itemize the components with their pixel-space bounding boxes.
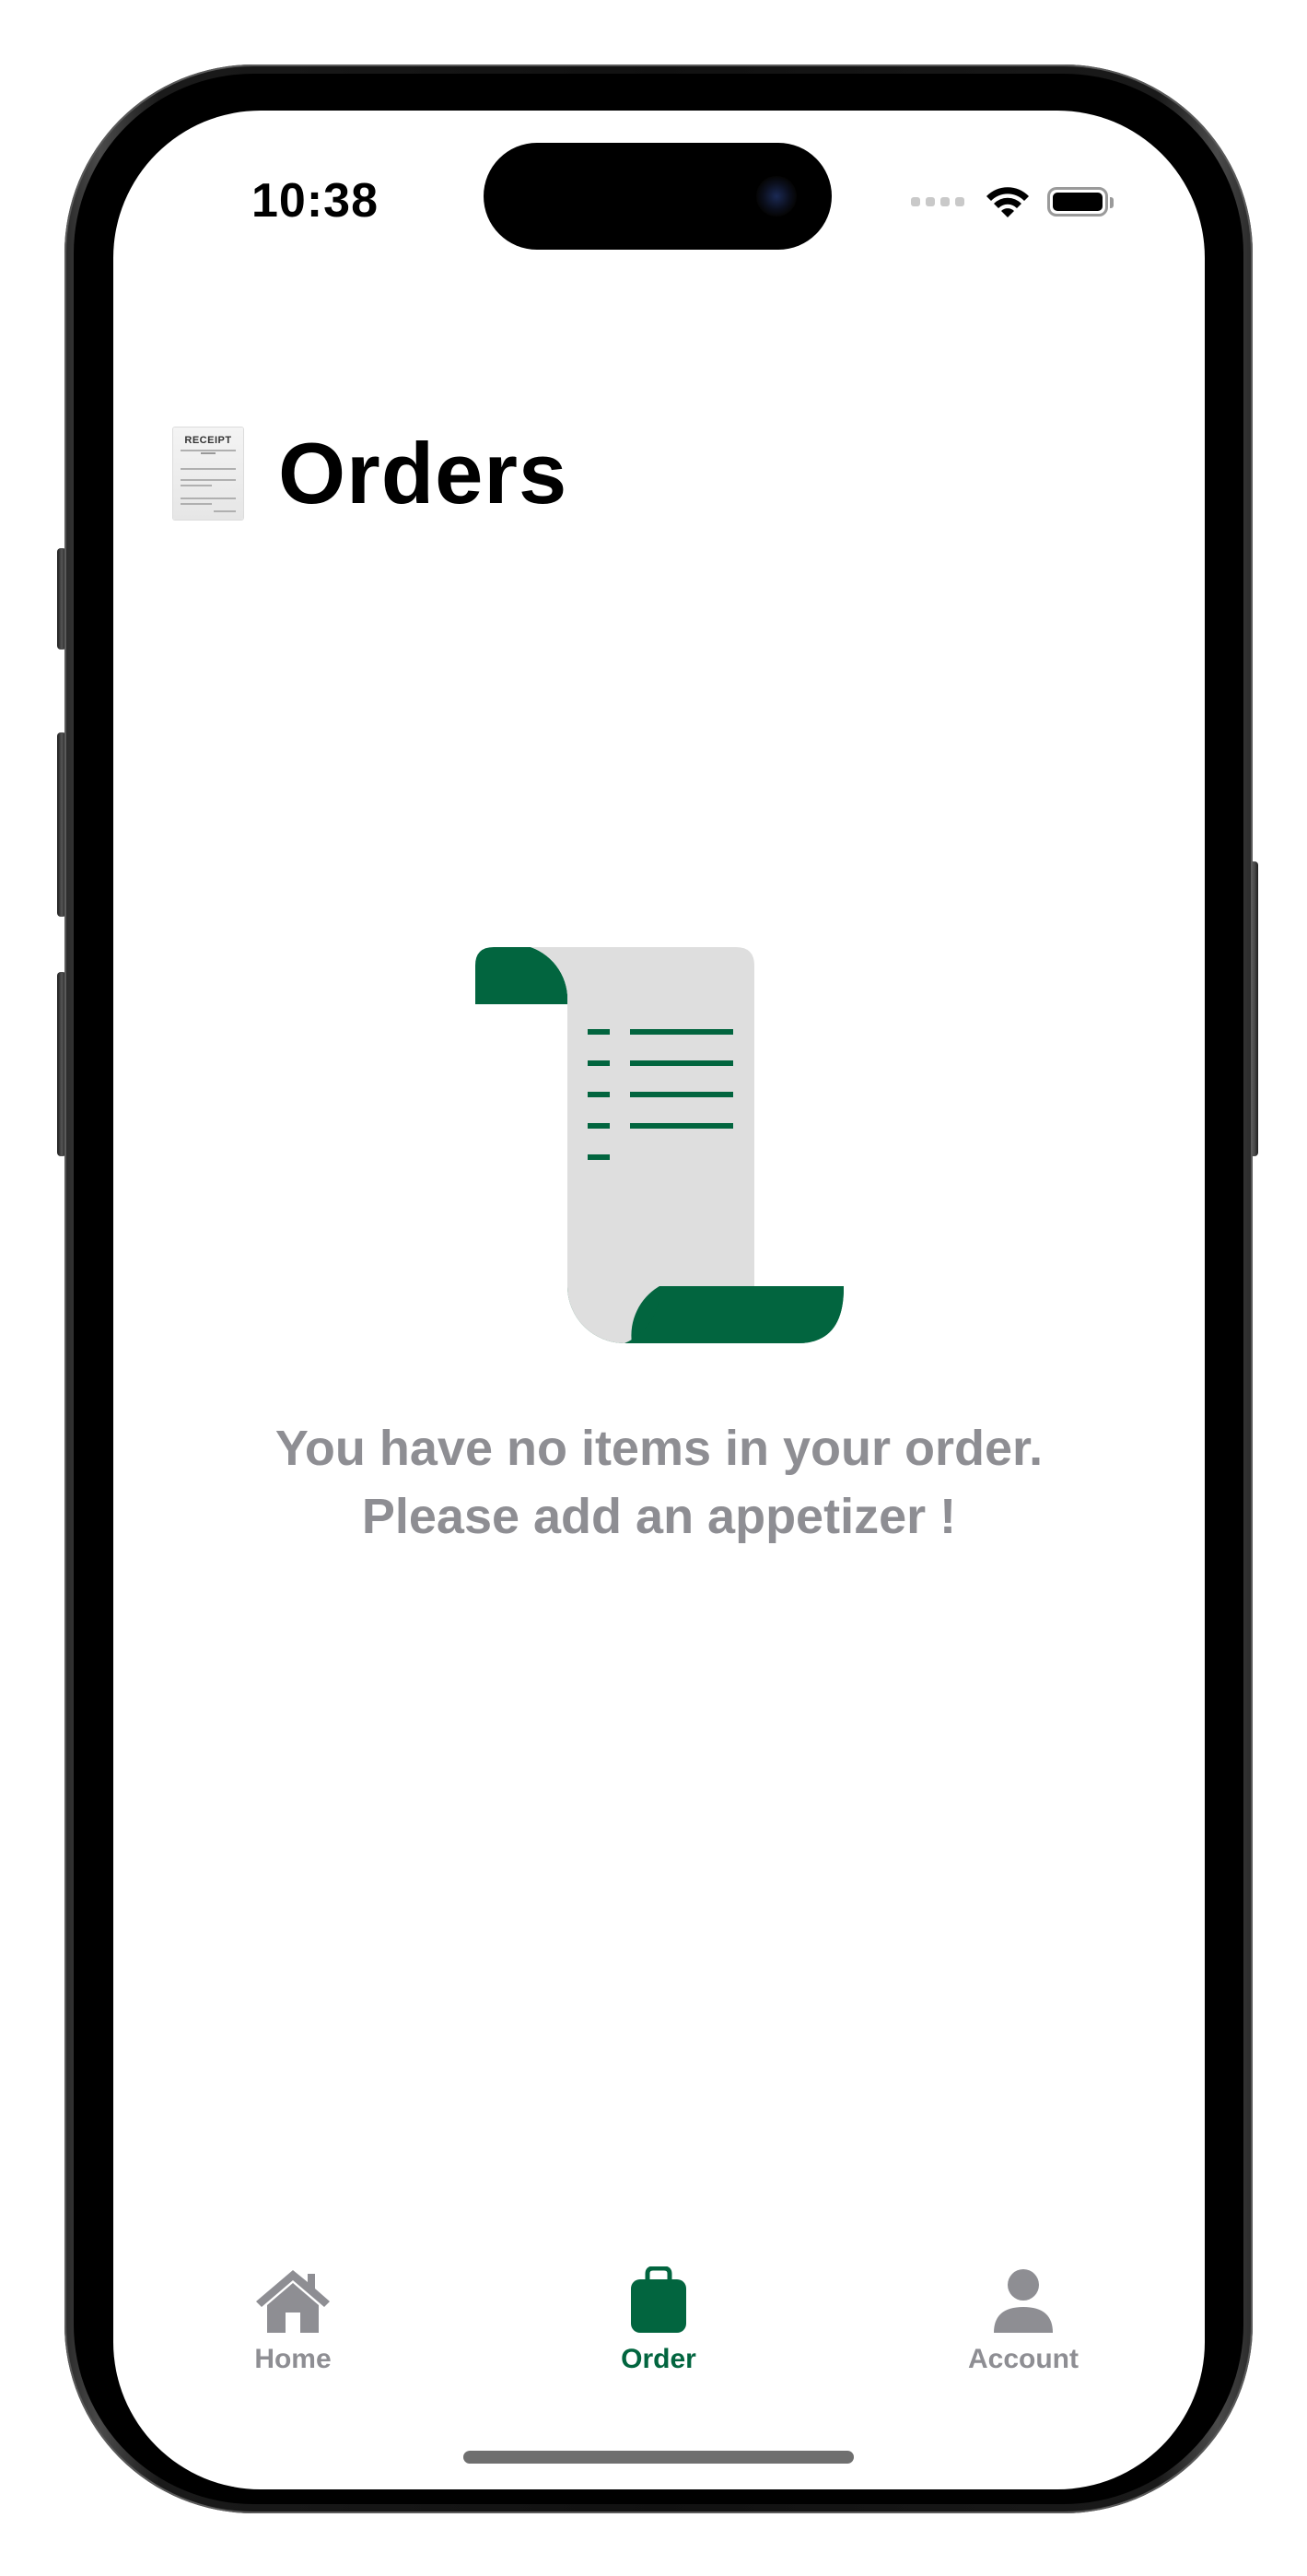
receipt-icon: RECEIPT	[173, 427, 243, 520]
tab-home[interactable]: Home	[201, 2266, 385, 2375]
status-time: 10:38	[251, 174, 379, 228]
front-camera	[756, 176, 797, 217]
tab-order[interactable]: Order	[566, 2266, 751, 2375]
signal-dots-icon	[911, 197, 964, 206]
empty-state-message: You have no items in your order. Please …	[113, 1414, 1205, 1551]
tab-order-label: Order	[621, 2344, 696, 2374]
house-icon	[256, 2270, 330, 2333]
scroll-receipt-icon	[475, 947, 844, 1343]
tab-account-label: Account	[968, 2344, 1079, 2374]
app-screen: 10:38 RECEIPT Orders You have no items i…	[113, 111, 1205, 2489]
dynamic-island	[484, 143, 832, 250]
battery-icon	[1047, 187, 1114, 217]
page-header: RECEIPT Orders	[173, 424, 567, 523]
person-icon	[994, 2269, 1053, 2333]
empty-state-line-1: You have no items in your order.	[274, 1421, 1044, 1476]
tab-account[interactable]: Account	[931, 2266, 1115, 2375]
tab-home-label: Home	[254, 2344, 332, 2374]
page-title: Orders	[278, 425, 568, 521]
home-indicator[interactable]	[463, 2451, 854, 2464]
wifi-icon	[986, 187, 1029, 217]
status-icons	[911, 184, 1114, 219]
device-stage: 10:38 RECEIPT Orders You have no items i…	[0, 0, 1307, 2576]
tab-bar: Home Order Account	[113, 2266, 1205, 2414]
bag-icon	[631, 2266, 686, 2333]
empty-state-line-2: Please add an appetizer !	[361, 1489, 957, 1544]
